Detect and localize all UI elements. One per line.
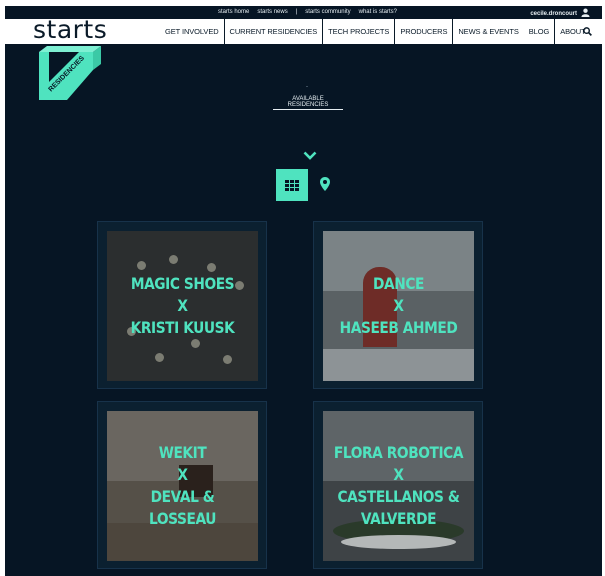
chevron-down-icon[interactable] [303,151,317,160]
residency-card[interactable]: DANCE X HASEEB AHMED [313,221,483,389]
nav-get-involved[interactable]: GET INVOLVED [160,19,224,44]
residency-thumbnail[interactable]: DANCE X HASEEB AHMED [323,231,474,381]
residency-card[interactable]: MAGIC SHOES X KRISTI KUUSK [97,221,267,389]
residency-title[interactable]: FLORA ROBOTICA X CASTELLANOS & VALVERDE [334,411,464,561]
residency-title[interactable]: WEKIT X DEVAL & LOSSEAU [118,411,248,561]
residency-title[interactable]: MAGIC SHOES X KRISTI KUUSK [118,231,248,381]
link-starts-community[interactable]: starts community [305,9,350,15]
residency-thumbnail[interactable]: FLORA ROBOTICA X CASTELLANOS & VALVERDE [323,411,474,561]
nav-menu: GET INVOLVED CURRENT RESIDENCIES TECH PR… [160,19,591,44]
page: starts home starts news | starts communi… [5,6,602,576]
residency-title[interactable]: DANCE X HASEEB AHMED [334,231,464,381]
grid-view-button[interactable] [276,169,308,201]
top-links: starts home starts news | starts communi… [218,9,405,15]
available-residencies-heading: AVAILABLE RESIDENCIES [273,96,343,110]
nav-tech-projects[interactable]: TECH PROJECTS [323,19,394,44]
residency-card[interactable]: WEKIT X DEVAL & LOSSEAU [97,401,267,569]
starts-logo[interactable]: starts [33,15,107,44]
nav-news-events[interactable]: NEWS & EVENTS [453,19,523,44]
residencies-badge-logo[interactable]: RESIDENCIES [37,44,107,108]
top-links-separator: | [295,9,298,15]
search-icon[interactable] [583,27,592,36]
residency-card[interactable]: FLORA ROBOTICA X CASTELLANOS & VALVERDE [313,401,483,569]
nav-producers[interactable]: PRODUCERS [394,19,454,44]
link-starts-news[interactable]: starts news [257,9,287,15]
map-pin-icon[interactable] [320,177,330,191]
residency-thumbnail[interactable]: MAGIC SHOES X KRISTI KUUSK [107,231,258,381]
user-icon[interactable] [581,8,590,17]
main-nav: starts GET INVOLVED CURRENT RESIDENCIES … [5,15,602,44]
nav-current-residencies[interactable]: CURRENT RESIDENCIES [223,19,324,44]
link-what-is-starts[interactable]: what is starts? [359,9,397,15]
nav-blog[interactable]: BLOG [524,19,554,44]
username[interactable]: cecile.droncourt [530,11,577,17]
link-starts-home[interactable]: starts home [218,9,249,15]
residency-thumbnail[interactable]: WEKIT X DEVAL & LOSSEAU [107,411,258,561]
grid-icon [285,179,299,191]
user-menu[interactable]: cecile.droncourt [530,8,590,18]
header-dash: - [306,84,308,90]
